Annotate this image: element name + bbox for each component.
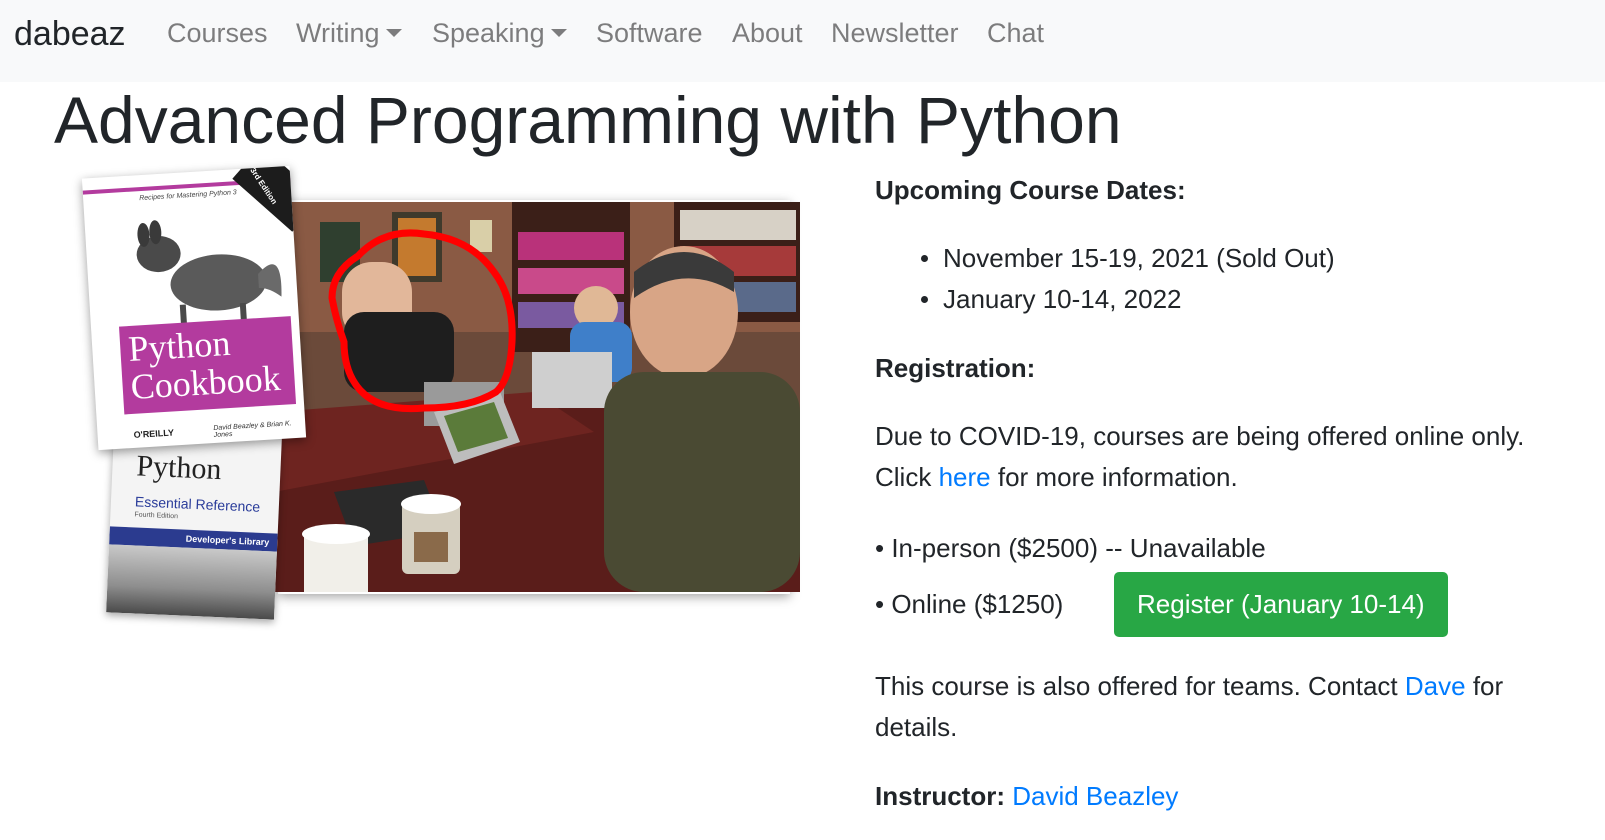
publisher-logo: O'REILLY <box>133 427 175 440</box>
nav-software[interactable]: Software <box>596 16 703 50</box>
brand-link[interactable]: dabeaz <box>14 12 126 56</box>
click-prefix: Click <box>875 462 932 492</box>
covid-notice: Due to COVID-19, courses are being offer… <box>875 421 1525 451</box>
course-hero-image: Python Essential Reference Fourth Editio… <box>81 165 830 632</box>
click-suffix: for more information. <box>997 462 1238 492</box>
in-person-status: -- Unavailable <box>1105 533 1266 563</box>
castle-illustration <box>106 544 277 620</box>
nav-writing-label: Writing <box>296 18 380 48</box>
register-button[interactable]: Register (January 10-14) <box>1114 572 1448 637</box>
cookbook-authors: David Beazley & Brian K. Jones <box>213 420 292 440</box>
python-cookbook-cover: Recipes for Mastering Python 3 3rd Editi… <box>81 165 307 451</box>
nav-about[interactable]: About <box>732 16 803 50</box>
teams-suffix: for <box>1472 671 1504 701</box>
python-essential-reference-cover: Python Essential Reference Fourth Editio… <box>106 430 282 620</box>
here-link[interactable]: here <box>939 462 991 492</box>
nav-newsletter[interactable]: Newsletter <box>831 16 959 50</box>
cookbook-title-line2: Cookbook <box>129 357 282 407</box>
course-dates-list: November 15-19, 2021 (Sold Out) January … <box>921 238 1335 320</box>
classroom-photo-illustration <box>274 202 800 592</box>
list-item: November 15-19, 2021 (Sold Out) <box>921 238 1335 279</box>
nav-chat[interactable]: Chat <box>987 16 1044 50</box>
essential-edition: Fourth Edition <box>134 511 179 521</box>
instructor-link[interactable]: David Beazley <box>1012 781 1178 811</box>
page-title: Advanced Programming with Python <box>54 83 1122 157</box>
nav-writing-dropdown[interactable]: Writing <box>296 16 402 50</box>
dates-heading: Upcoming Course Dates: <box>875 175 1186 205</box>
more-info-line: Click here for more information. <box>875 457 1238 498</box>
classroom-photo <box>274 202 800 592</box>
nav-speaking-dropdown[interactable]: Speaking <box>432 16 567 50</box>
cookbook-title-box: Python Cookbook <box>118 316 297 415</box>
teams-line: This course is also offered for teams. C… <box>875 666 1503 707</box>
essential-title: Python <box>135 449 223 487</box>
in-person-option: • In-person ($2500) -- Unavailable <box>875 528 1266 569</box>
cookbook-tagline: Recipes for Mastering Python 3 <box>139 189 237 203</box>
instructor-line: Instructor: David Beazley <box>875 776 1178 817</box>
teams-text: This course is also offered for teams. C… <box>875 671 1398 701</box>
teams-details: details. <box>875 712 958 742</box>
caret-down-icon <box>385 28 402 37</box>
registration-heading: Registration: <box>875 353 1036 383</box>
nav-courses[interactable]: Courses <box>167 16 268 50</box>
online-option: • Online ($1250) <box>875 589 1064 619</box>
cookbook-title: Python Cookbook <box>127 321 282 407</box>
dave-link[interactable]: Dave <box>1405 671 1466 701</box>
caret-down-icon <box>550 28 567 37</box>
instructor-label: Instructor: <box>875 781 1005 811</box>
list-item: January 10-14, 2022 <box>921 279 1335 320</box>
in-person-label: • In-person ($2500) <box>875 533 1099 563</box>
top-navbar: dabeaz Courses Writing Speaking Software… <box>0 0 1605 82</box>
nav-speaking-label: Speaking <box>432 18 545 48</box>
